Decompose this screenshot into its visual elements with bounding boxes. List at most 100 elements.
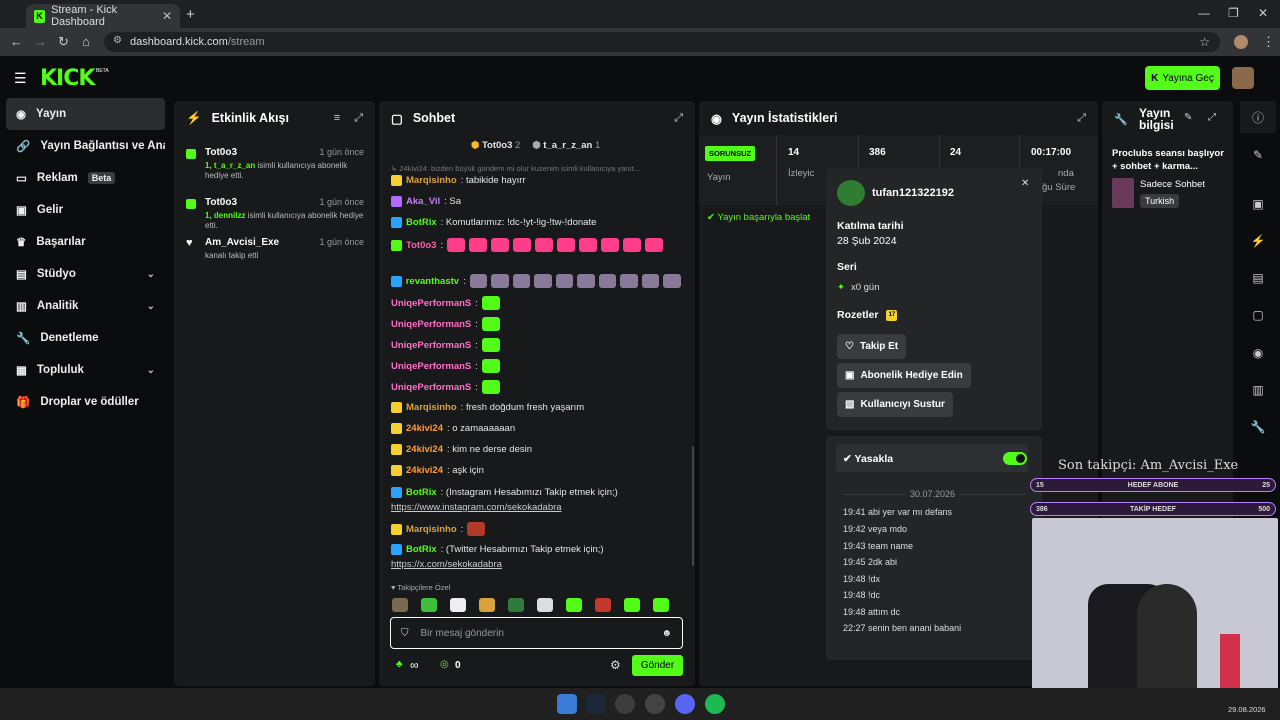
chat-username[interactable]: UniqePerformanS (391, 361, 471, 372)
chat-input[interactable]: ⛉ Bir mesaj gönderin ☻ (390, 617, 683, 649)
gift-sub-button[interactable]: ▣ Abonelik Hediye Edin (837, 363, 971, 388)
user-avatar[interactable] (1232, 67, 1254, 89)
chat-username[interactable]: UniqePerformanS (391, 340, 471, 351)
hamburger-menu-icon[interactable]: ☰ (14, 70, 27, 87)
discord-icon[interactable] (675, 694, 695, 714)
pinned-gifter[interactable]: ⬢ Tot0o3 2 (471, 140, 520, 151)
info-rail-icon[interactable]: ⓘ (1240, 101, 1276, 133)
emote[interactable] (566, 598, 582, 612)
minimize-icon[interactable]: — (1198, 6, 1210, 20)
emote[interactable] (421, 598, 437, 612)
emote[interactable] (595, 598, 611, 612)
sidebar-item-droplar[interactable]: 🎁 Droplar ve ödüller (6, 386, 165, 418)
stats-icon: ◉ (711, 111, 722, 126)
chat-username[interactable]: BotRix (406, 544, 437, 555)
chat-username[interactable]: UniqePerformanS (391, 298, 471, 309)
forward-icon[interactable]: → (34, 34, 47, 49)
username[interactable]: tufan121322192 (872, 187, 954, 199)
list-rail-icon[interactable]: ▤ (1240, 262, 1276, 294)
chat-username[interactable]: UniqePerformanS (391, 319, 471, 330)
url-input[interactable]: ⚙ dashboard.kick.com/stream ☆ (104, 32, 1220, 52)
go-live-button[interactable]: K Yayına Geç (1145, 66, 1220, 90)
chat-username[interactable]: BotRix (406, 487, 437, 498)
sidebar-item-gelir[interactable]: ▣ Gelir (6, 194, 165, 226)
sidebar-item-denetleme[interactable]: 🔧 Denetleme (6, 322, 165, 354)
chat-scrollbar[interactable] (692, 446, 694, 566)
edit-rail-icon[interactable]: ✎ (1240, 139, 1276, 171)
chat-username[interactable]: Tot0o3 (406, 240, 436, 251)
emote[interactable] (508, 598, 524, 612)
chat-username[interactable]: 24kivi24 (406, 423, 443, 434)
emote[interactable] (450, 598, 466, 612)
expand-icon[interactable]: ⤢ (354, 112, 363, 125)
close-tab-icon[interactable]: ✕ (162, 9, 172, 23)
steam-icon[interactable] (586, 694, 606, 714)
bookmark-star-icon[interactable]: ☆ (1199, 35, 1210, 49)
reload-icon[interactable]: ↻ (58, 34, 69, 50)
sidebar-item-studyo[interactable]: ▤ Stüdyo ⌄ (6, 258, 165, 290)
profile-avatar[interactable] (1234, 35, 1248, 49)
chat-link[interactable]: https://x.com/sekokadabra (391, 559, 502, 570)
chrome-icon[interactable] (615, 694, 635, 714)
new-tab-icon[interactable]: + (186, 6, 195, 23)
chat-message: BotRix: (Twitter Hesabımızı Takip etmek … (391, 544, 681, 555)
category-name[interactable]: Sadece Sohbet (1140, 179, 1205, 190)
chat-username[interactable]: 24kivi24 (406, 465, 443, 476)
emote[interactable] (653, 598, 669, 612)
close-card-icon[interactable]: ✕ (1021, 178, 1029, 189)
chat-username[interactable]: Marqisinho (406, 175, 457, 186)
back-icon[interactable]: ← (10, 34, 23, 49)
app-icon[interactable] (645, 694, 665, 714)
expand-icon[interactable]: ⤢ (1077, 112, 1086, 125)
expand-icon[interactable]: ⤢ (1208, 112, 1216, 123)
sidebar-item-analitik[interactable]: ▥ Analitik ⌄ (6, 290, 165, 322)
sidebar-item-topluluk[interactable]: ▦ Topluluk ⌄ (6, 354, 165, 386)
chat-username[interactable]: Aka_Vil (406, 196, 440, 207)
kick-coin-icon[interactable]: ◎ (440, 659, 449, 670)
emote[interactable] (624, 598, 640, 612)
sidebar-label: Stüdyo (36, 268, 76, 280)
chat-username[interactable]: 24kivi24 (406, 444, 443, 455)
points-icon[interactable]: ♣ (396, 659, 403, 670)
sidebar-label: Reklam (36, 172, 78, 184)
chat-settings-icon[interactable]: ⚙ (610, 658, 621, 672)
kick-logo[interactable]: KICK (40, 66, 95, 91)
wrench-rail-icon[interactable]: 🔧 (1240, 411, 1276, 443)
pinned-gifter[interactable]: ⬢ t_a_r_z_an 1 (532, 140, 600, 151)
ban-toggle[interactable] (1003, 452, 1027, 465)
stats-rail-icon[interactable]: ◉ (1240, 337, 1276, 369)
browser-menu-icon[interactable]: ⋮ (1262, 34, 1275, 50)
chat-username[interactable]: revanthastv (406, 276, 459, 287)
edit-icon[interactable]: ✎ (1184, 112, 1192, 123)
close-window-icon[interactable]: ✕ (1258, 6, 1268, 20)
maximize-icon[interactable]: ❐ (1228, 6, 1239, 20)
emote[interactable] (392, 598, 408, 612)
sidebar-item-stream-key[interactable]: 🔗 Yayın Bağlantısı ve Anahtar (6, 130, 165, 162)
chat-username[interactable]: UniqePerformanS (391, 382, 471, 393)
lightning-rail-icon[interactable]: ⚡ (1240, 225, 1276, 257)
browser-tab[interactable]: K Stream - Kick Dashboard ✕ (26, 4, 180, 28)
emote[interactable] (537, 598, 553, 612)
emote[interactable] (479, 598, 495, 612)
spotify-icon[interactable] (705, 694, 725, 714)
media-rail-icon[interactable]: ▣ (1240, 188, 1276, 220)
chat-link[interactable]: https://www.instagram.com/sekokadabra (391, 502, 562, 513)
send-button[interactable]: Gönder (632, 655, 683, 676)
chat-username[interactable]: BotRix (406, 217, 437, 228)
chat-username[interactable]: Marqisinho (406, 402, 457, 413)
user-badge-icon (391, 239, 402, 251)
emoji-icon[interactable]: ☻ (661, 628, 672, 639)
filter-icon[interactable]: ≡ (334, 112, 340, 125)
start-icon[interactable] (557, 694, 577, 714)
sidebar-item-reklam[interactable]: ▭ Reklam Beta (6, 162, 165, 194)
player-rail-icon[interactable]: ▥ (1240, 374, 1276, 406)
home-icon[interactable]: ⌂ (82, 34, 90, 49)
site-info-icon[interactable]: ⚙ (113, 35, 122, 46)
chat-rail-icon[interactable]: ▢ (1240, 299, 1276, 331)
expand-icon[interactable]: ⤢ (674, 112, 683, 125)
follow-button[interactable]: ♡ Takip Et (837, 334, 907, 359)
sidebar-item-basarilar[interactable]: ♛ Başarılar (6, 226, 165, 258)
mute-button[interactable]: ▧ Kullanıcıyı Sustur (837, 392, 953, 417)
chat-username[interactable]: Marqisinho (406, 524, 457, 535)
sidebar-item-yayin[interactable]: ◉ Yayın (6, 98, 165, 130)
